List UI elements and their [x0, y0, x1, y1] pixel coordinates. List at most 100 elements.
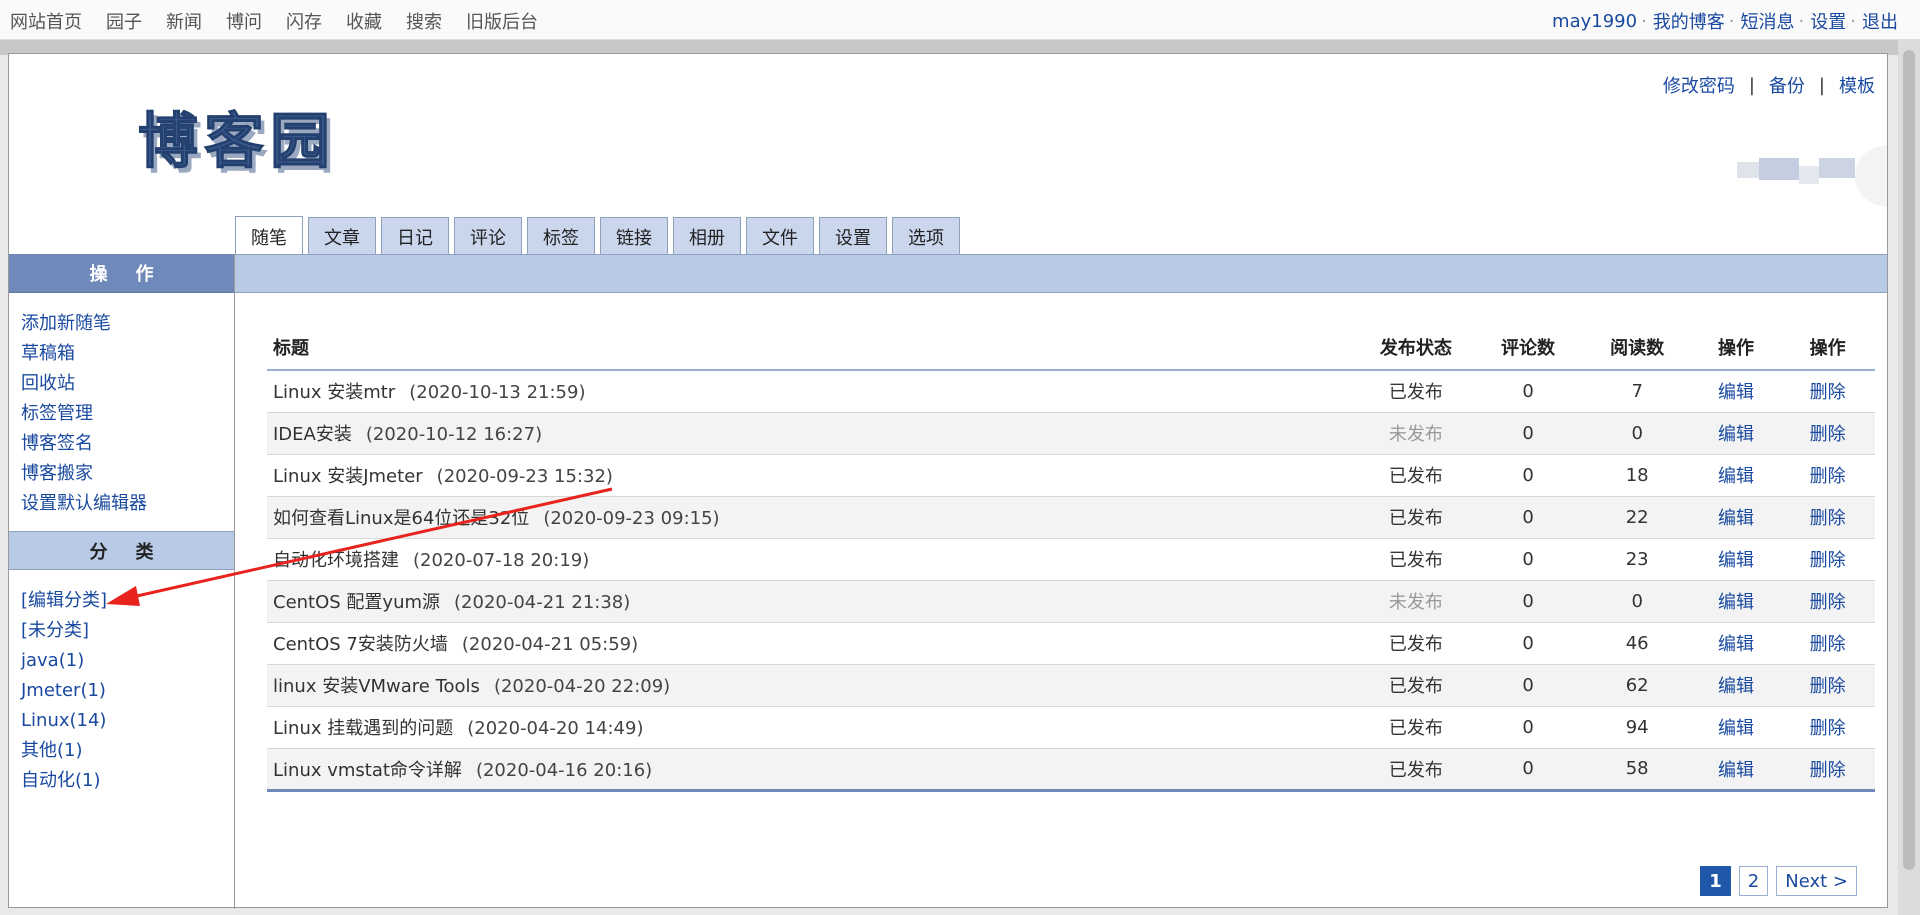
post-title-cell: CentOS 7安装防火墙 (2020-04-21 05:59) — [267, 622, 1359, 665]
logout-link[interactable]: 退出 — [1862, 8, 1898, 34]
scrollbar-thumb[interactable] — [1903, 50, 1915, 870]
page-1-button[interactable]: 1 — [1700, 866, 1731, 896]
sidebar-item-default-editor[interactable]: 设置默认编辑器 — [21, 489, 234, 519]
delete-link[interactable]: 删除 — [1810, 634, 1846, 655]
edit-link[interactable]: 编辑 — [1718, 508, 1754, 529]
nav-yuanzi[interactable]: 园子 — [106, 8, 142, 34]
delete-link[interactable]: 删除 — [1810, 718, 1846, 739]
post-title-link[interactable]: Linux vmstat命令详解 — [273, 760, 462, 781]
tab-tags[interactable]: 标签 — [527, 217, 595, 255]
tab-comments[interactable]: 评论 — [454, 217, 522, 255]
messages-link[interactable]: 短消息 — [1741, 8, 1795, 34]
separator: · — [1798, 10, 1805, 32]
edit-link[interactable]: 编辑 — [1718, 634, 1754, 655]
post-delete-cell: 删除 — [1780, 454, 1875, 497]
edit-link[interactable]: 编辑 — [1718, 718, 1754, 739]
post-date: (2020-10-13 21:59) — [409, 382, 586, 404]
post-edit-cell: 编辑 — [1691, 412, 1781, 455]
page-scrollbar[interactable] — [1898, 40, 1920, 915]
delete-link[interactable]: 删除 — [1810, 424, 1846, 445]
post-comments: 0 — [1473, 370, 1583, 413]
separator: · — [1850, 10, 1856, 32]
nav-search[interactable]: 搜索 — [406, 8, 442, 34]
post-edit-cell: 编辑 — [1691, 706, 1781, 749]
post-title-link[interactable]: CentOS 配置yum源 — [273, 592, 440, 613]
status-text: 已发布 — [1388, 550, 1443, 571]
col-edit: 操作 — [1691, 324, 1781, 371]
separator: · — [1641, 10, 1647, 32]
sidebar-item-tag-manage[interactable]: 标签管理 — [21, 399, 234, 429]
nav-old-admin[interactable]: 旧版后台 — [466, 8, 538, 34]
post-title-link[interactable]: Linux 安装mtr — [273, 382, 395, 403]
sidebar-item-cat-other[interactable]: 其他(1) — [21, 736, 234, 766]
settings-link[interactable]: 设置 — [1810, 8, 1846, 34]
tab-articles[interactable]: 文章 — [308, 217, 376, 255]
edit-link[interactable]: 编辑 — [1718, 466, 1754, 487]
post-title-link[interactable]: IDEA安装 — [273, 424, 352, 445]
post-title-link[interactable]: Linux 安装Jmeter — [273, 466, 423, 487]
sidebar-item-drafts[interactable]: 草稿箱 — [21, 339, 234, 369]
nav-q[interactable]: 博问 — [226, 8, 262, 34]
tab-settings[interactable]: 设置 — [819, 217, 887, 255]
sidebar-item-cat-jmeter[interactable]: Jmeter(1) — [21, 676, 234, 706]
delete-link[interactable]: 删除 — [1810, 508, 1846, 529]
post-reads: 7 — [1582, 370, 1692, 413]
delete-link[interactable]: 删除 — [1810, 676, 1846, 697]
sidebar-item-edit-category[interactable]: [编辑分类] — [21, 586, 234, 616]
post-status: 已发布 — [1358, 664, 1474, 707]
page-2-button[interactable]: 2 — [1738, 866, 1769, 896]
sidebar-item-uncategorized[interactable]: [未分类] — [21, 616, 234, 646]
edit-link[interactable]: 编辑 — [1718, 760, 1754, 781]
edit-link[interactable]: 编辑 — [1718, 676, 1754, 697]
edit-link[interactable]: 编辑 — [1718, 382, 1754, 403]
post-title-link[interactable]: CentOS 7安装防火墙 — [273, 634, 448, 655]
post-comments: 0 — [1473, 580, 1583, 623]
change-password-link[interactable]: 修改密码 — [1663, 72, 1735, 98]
edit-link[interactable]: 编辑 — [1718, 550, 1754, 571]
nav-ing[interactable]: 闪存 — [286, 8, 322, 34]
tab-posts[interactable]: 随笔 — [235, 216, 303, 256]
username-link[interactable]: may1990 — [1552, 11, 1637, 32]
nav-favorites[interactable]: 收藏 — [346, 8, 382, 34]
tab-strip-bar — [235, 254, 1887, 293]
table-row: Linux 安装mtr (2020-10-13 21:59) 已发布 0 7 编辑 删除 — [267, 370, 1875, 413]
nav-news[interactable]: 新闻 — [166, 8, 202, 34]
edit-link[interactable]: 编辑 — [1718, 592, 1754, 613]
post-delete-cell: 删除 — [1780, 538, 1875, 581]
backup-link[interactable]: 备份 — [1769, 72, 1805, 98]
template-link[interactable]: 模板 — [1839, 72, 1875, 98]
sidebar-item-signature[interactable]: 博客签名 — [21, 429, 234, 459]
sidebar-item-new-post[interactable]: 添加新随笔 — [21, 309, 234, 339]
tab-files[interactable]: 文件 — [746, 217, 814, 255]
post-title-link[interactable]: 如何查看Linux是64位还是32位 — [273, 508, 529, 529]
main-tabs: 随笔 文章 日记 评论 标签 链接 相册 文件 设置 选项 — [235, 216, 965, 256]
post-date: (2020-04-21 21:38) — [454, 592, 631, 613]
tab-options[interactable]: 选项 — [892, 217, 960, 255]
post-edit-cell: 编辑 — [1691, 370, 1781, 413]
next-page-button[interactable]: Next > — [1776, 866, 1857, 896]
sidebar-item-blog-move[interactable]: 博客搬家 — [21, 459, 234, 489]
my-blog-link[interactable]: 我的博客 — [1653, 8, 1725, 34]
post-title-link[interactable]: Linux 挂载遇到的问题 — [273, 718, 453, 739]
delete-link[interactable]: 删除 — [1810, 550, 1846, 571]
tab-albums[interactable]: 相册 — [673, 217, 741, 255]
delete-link[interactable]: 删除 — [1810, 592, 1846, 613]
table-row: CentOS 7安装防火墙 (2020-04-21 05:59) 已发布 0 46 编辑 删… — [267, 622, 1875, 665]
post-title-link[interactable]: 自动化环境搭建 — [273, 550, 399, 571]
post-date: (2020-09-23 15:32) — [436, 466, 613, 487]
header-links: 修改密码 | 备份 | 模板 — [1663, 72, 1875, 98]
sidebar-item-cat-java[interactable]: java(1) — [21, 646, 234, 676]
sidebar-item-recycle-bin[interactable]: 回收站 — [21, 369, 234, 399]
post-title-link[interactable]: linux 安装VMware Tools — [273, 676, 480, 697]
sidebar-item-cat-automation[interactable]: 自动化(1) — [21, 766, 234, 796]
post-title-cell: Linux 安装mtr (2020-10-13 21:59) — [267, 370, 1359, 413]
sidebar-item-cat-linux[interactable]: Linux(14) — [21, 706, 234, 736]
tab-links[interactable]: 链接 — [600, 217, 668, 255]
edit-link[interactable]: 编辑 — [1718, 424, 1754, 445]
site-nav: 网站首页 园子 新闻 博问 闪存 收藏 搜索 旧版后台 — [10, 8, 562, 34]
delete-link[interactable]: 删除 — [1810, 760, 1846, 781]
nav-home[interactable]: 网站首页 — [10, 8, 82, 34]
tab-diary[interactable]: 日记 — [381, 217, 449, 255]
delete-link[interactable]: 删除 — [1810, 466, 1846, 487]
delete-link[interactable]: 删除 — [1810, 382, 1846, 403]
